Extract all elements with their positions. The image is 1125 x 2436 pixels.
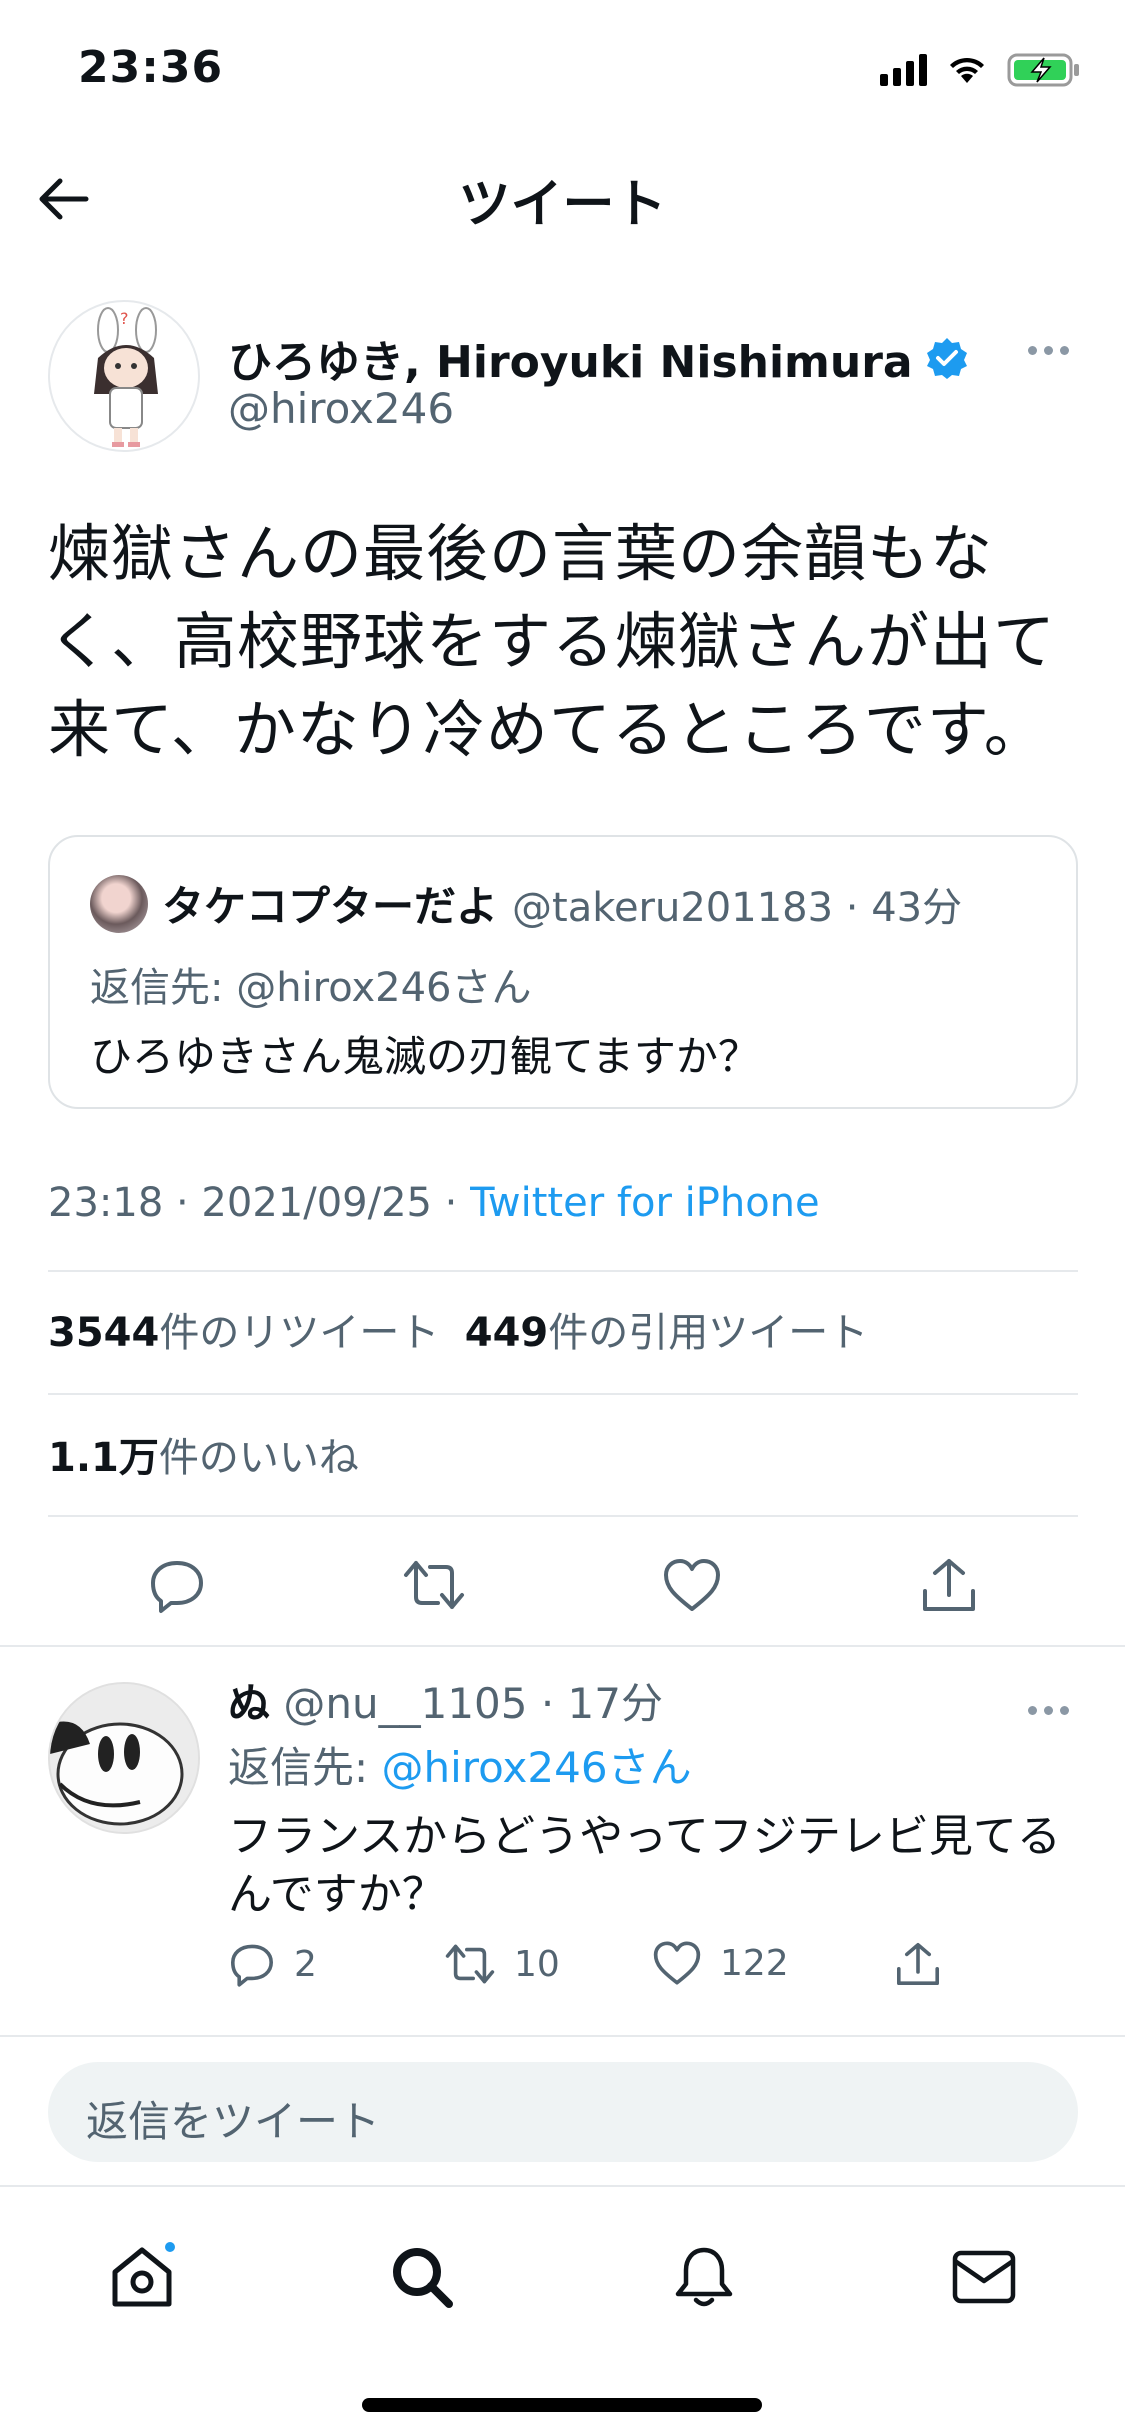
reply-compose-placeholder: 返信をツイート — [86, 2097, 381, 2146]
reply-retweet-button[interactable]: 10 — [444, 1940, 560, 1988]
retweet-stats[interactable]: 3544件のリツイート 449件の引用ツイート — [48, 1300, 868, 1358]
tweet-author: ? ひろゆき, Hiroyuki Nishimura @hirox246 — [48, 300, 1078, 460]
wifi-icon — [950, 57, 984, 83]
tab-search[interactable] — [382, 2237, 462, 2317]
reply-author-meta: @nu__1105 · 17分 — [270, 1679, 663, 1728]
reply-icon — [231, 1944, 273, 1987]
reply-retweet-count: 10 — [514, 1943, 560, 1985]
reply-to: 返信先: @hirox246さん — [228, 1734, 692, 1795]
quoted-author-name: タケコプターだよ — [162, 882, 499, 931]
retweet-label: 件のリツイート — [159, 1310, 440, 1356]
divider — [0, 2035, 1125, 2037]
like-count: 1.1万 — [48, 1435, 159, 1481]
status-time: 23:36 — [78, 42, 224, 93]
reply-reply-count: 2 — [294, 1943, 317, 1985]
home-indicator — [362, 2398, 762, 2412]
quoted-reply-to: 返信先: @hirox246さん — [90, 965, 532, 1011]
more-icon[interactable] — [1018, 1690, 1078, 1730]
like-icon — [653, 1941, 701, 1985]
status-bar: 23:36 — [0, 0, 1125, 140]
share-icon — [897, 1943, 939, 1985]
retweet-icon — [404, 1561, 465, 1609]
reply-like-button[interactable]: 122 — [652, 1940, 789, 1986]
share-button[interactable] — [917, 1553, 981, 1617]
quoted-avatar — [90, 874, 148, 933]
author-name[interactable]: ひろゆき, Hiroyuki Nishimura — [228, 326, 913, 390]
divider — [48, 1393, 1078, 1395]
status-icons — [880, 50, 1081, 90]
tweet-action-bar — [48, 1540, 1078, 1630]
author-avatar[interactable]: ? — [48, 300, 200, 452]
like-button[interactable] — [660, 1553, 724, 1617]
reply-to-prefix: 返信先: — [228, 1743, 382, 1792]
tweet-text: 煉獄さんの最後の言葉の余韻もなく、高校野球をする煉獄さんが出て来て、かなり冷めて… — [48, 517, 1057, 766]
tweet-timestamp: 23:18 · 2021/09/25 · Twitter for iPhone — [48, 1180, 820, 1226]
quoted-author-handle: @takeru201183 · 43分 — [512, 884, 963, 931]
home-notification-dot — [162, 2239, 178, 2255]
verified-badge-icon — [926, 338, 967, 379]
divider — [48, 1515, 1078, 1517]
reply-action-bar: 2 10 122 — [228, 1940, 1028, 2000]
quoted-text: ひろゆきさん鬼滅の刃観てますか？ — [90, 1032, 760, 1081]
reply-button[interactable] — [145, 1553, 209, 1617]
reply-author-name[interactable]: ぬ — [228, 1679, 270, 1728]
reply-to-mention[interactable]: @hirox246さん — [382, 1743, 692, 1792]
page-title: ツイート — [458, 175, 667, 235]
tweet-source[interactable]: Twitter for iPhone — [470, 1180, 820, 1226]
header: ツイート — [0, 140, 1125, 256]
share-icon — [923, 1559, 976, 1611]
reply-text: フランスからどうやってフジテレビ見てるんですか？ — [228, 1811, 1061, 1920]
more-icon[interactable] — [1018, 330, 1078, 370]
reply-avatar[interactable] — [48, 1682, 200, 1834]
reply-avatar-illustration — [50, 1684, 198, 1832]
tab-messages[interactable] — [944, 2237, 1024, 2317]
divider — [0, 1645, 1125, 1647]
reply-compose-input[interactable]: 返信をツイート — [48, 2062, 1078, 2162]
notifications-icon — [675, 2247, 733, 2307]
tab-notifications[interactable] — [664, 2237, 744, 2317]
reply-reply-button[interactable]: 2 — [228, 1940, 317, 1988]
tweet-time: 23:18 · 2021/09/25 · — [48, 1180, 471, 1226]
signal-icon — [880, 54, 927, 86]
retweet-icon — [445, 1944, 495, 1984]
reply-icon — [150, 1561, 203, 1613]
messages-icon — [952, 2250, 1016, 2304]
quote-count: 449 — [464, 1310, 549, 1356]
search-icon — [393, 2248, 453, 2308]
svg-text:?: ? — [120, 309, 129, 328]
quote-label: 件の引用ツイート — [548, 1310, 869, 1356]
retweet-count: 3544 — [48, 1310, 160, 1356]
retweet-button[interactable] — [402, 1553, 466, 1617]
author-handle[interactable]: @hirox246 — [228, 384, 454, 433]
like-label: 件のいいね — [158, 1435, 359, 1481]
divider — [48, 1270, 1078, 1272]
battery-icon — [1007, 53, 1079, 87]
avatar-illustration: ? — [94, 307, 158, 447]
quoted-tweet[interactable]: タケコプターだよ @takeru201183 · 43分 返信先: @hirox… — [48, 835, 1078, 1109]
reply-like-count: 122 — [720, 1942, 789, 1984]
like-icon — [663, 1559, 720, 1611]
reply-tweet[interactable]: ぬ @nu__1105 · 17分 返信先: @hirox246さん フランスか… — [48, 1670, 1078, 2000]
tab-home[interactable] — [102, 2237, 182, 2317]
reply-share-button[interactable] — [894, 1940, 942, 1988]
like-stats[interactable]: 1.1万件のいいね — [48, 1425, 359, 1483]
